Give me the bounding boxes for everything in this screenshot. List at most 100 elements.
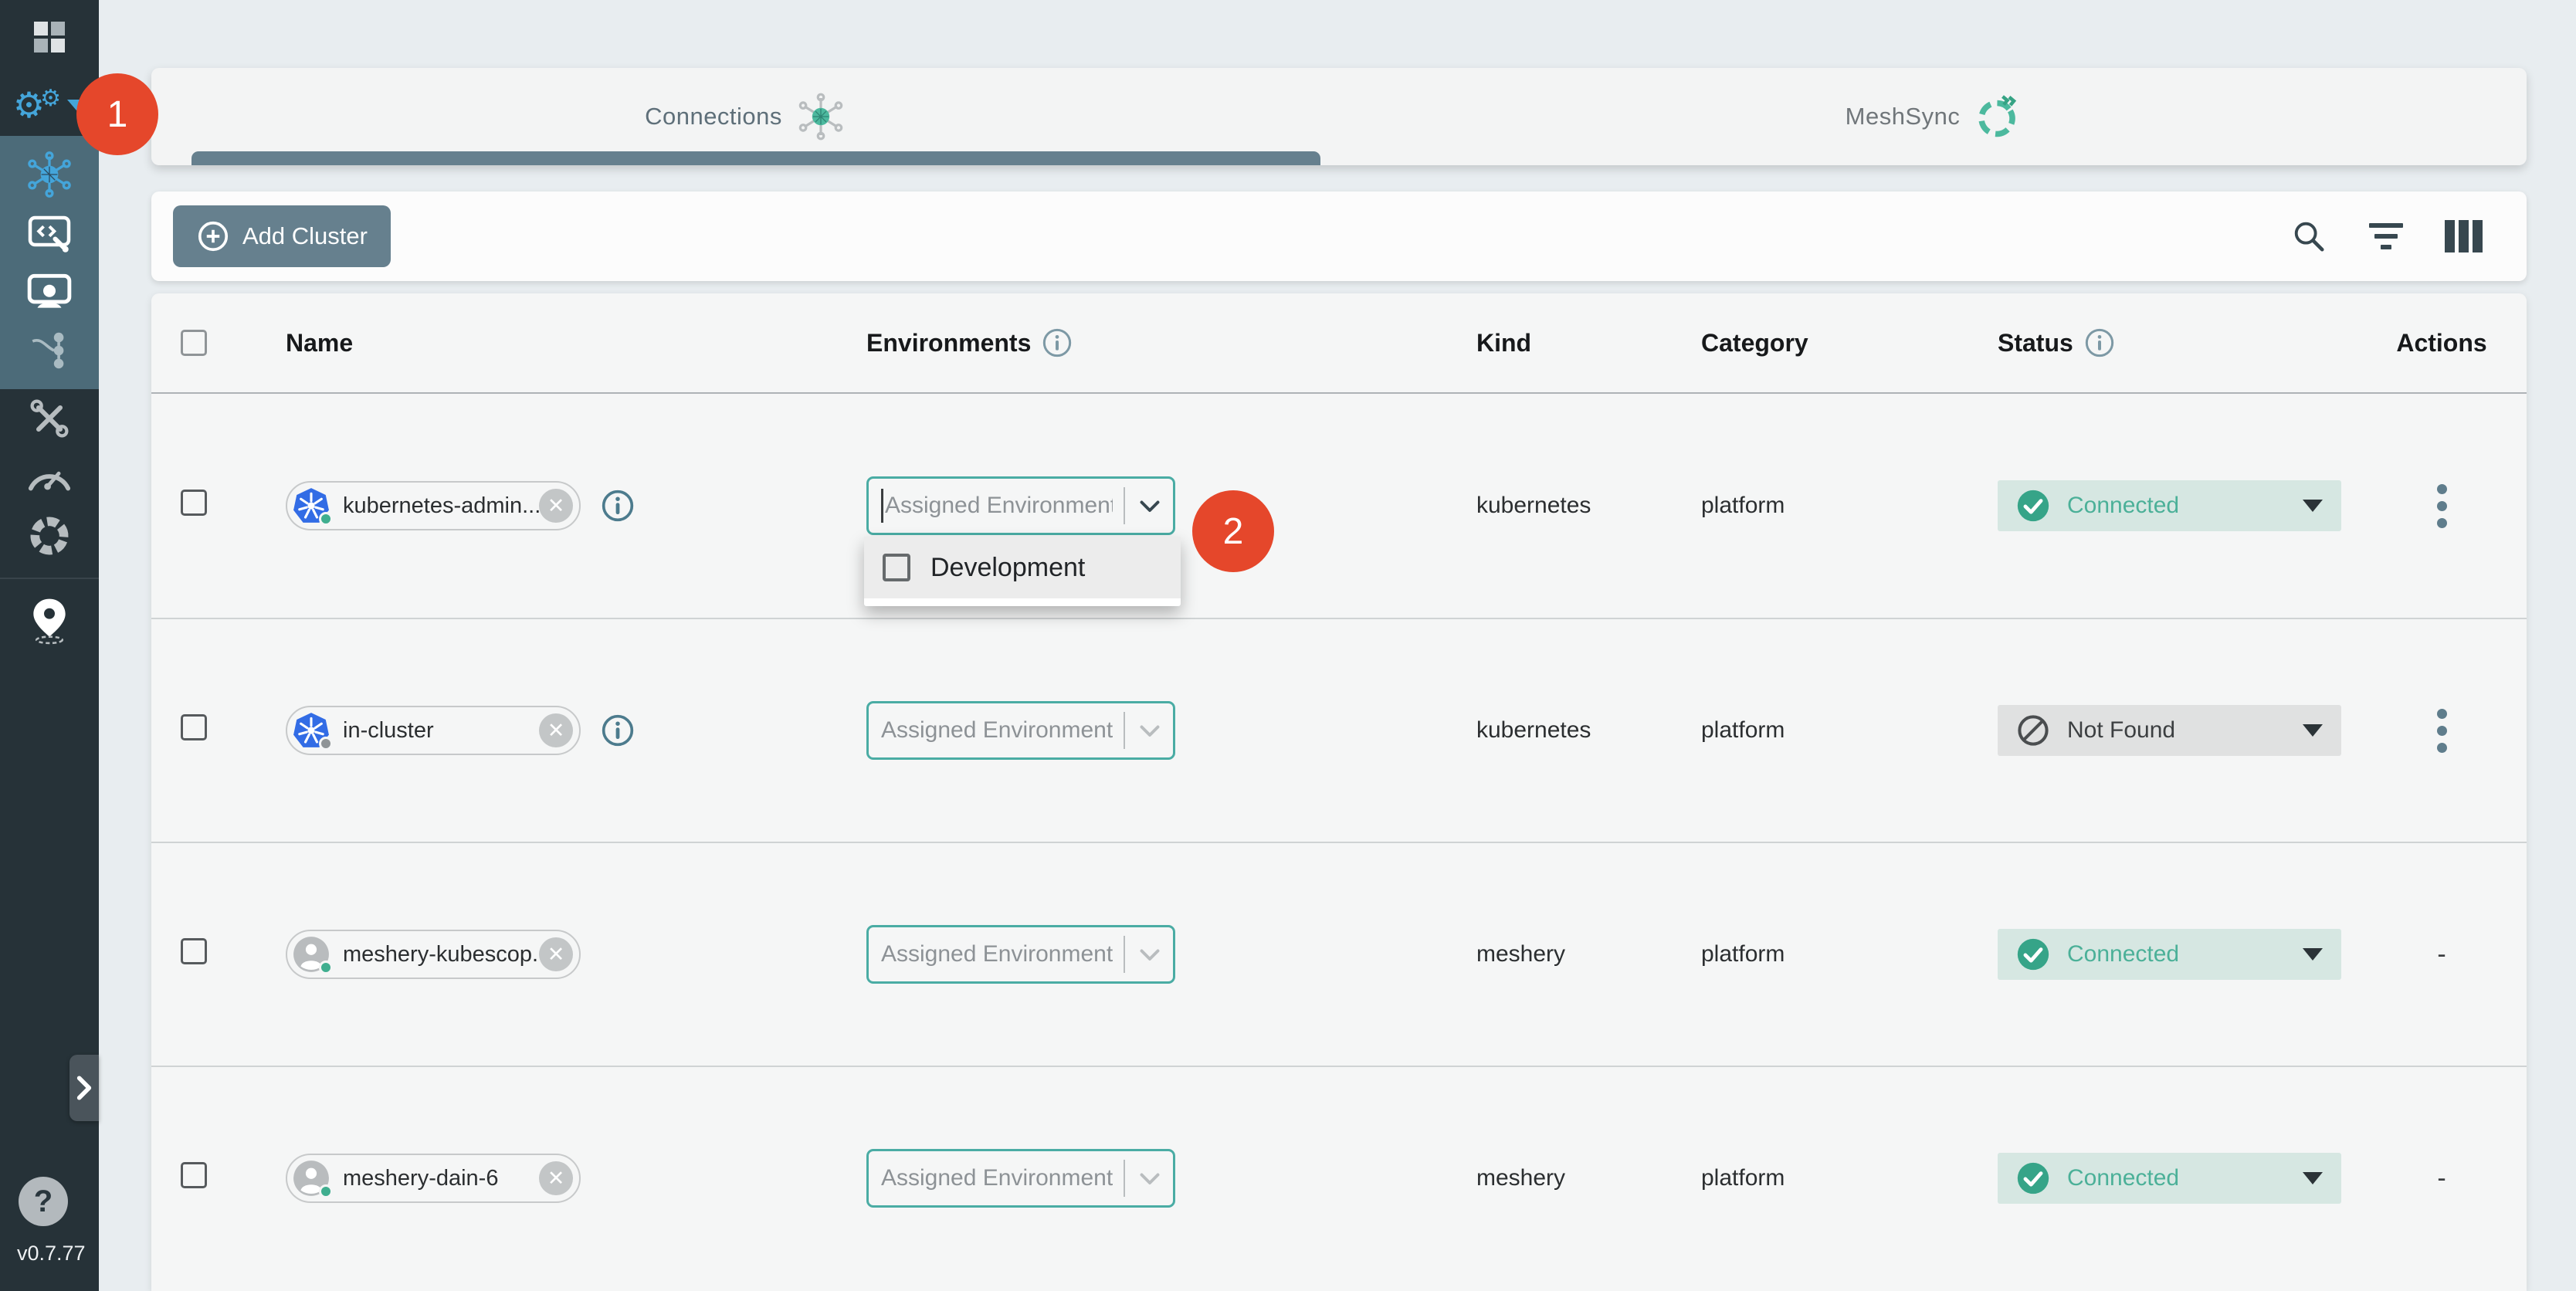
- connection-name-chip[interactable]: kubernetes-admin... ✕: [286, 481, 581, 530]
- option-label: Development: [930, 553, 1085, 583]
- no-actions-placeholder: -: [2437, 1164, 2446, 1194]
- sidebar-item-performance[interactable]: [0, 448, 99, 507]
- row-checkbox[interactable]: [181, 938, 207, 964]
- connection-name-chip[interactable]: meshery-kubescop... ✕: [286, 930, 581, 979]
- select-all-checkbox[interactable]: [181, 330, 207, 356]
- environments-placeholder: Assigned Environments: [881, 717, 1113, 744]
- table-header: Name Environments Kind Category Status A…: [151, 293, 2527, 394]
- status-select[interactable]: Not Found: [1998, 705, 2341, 756]
- status-label: Not Found: [2067, 717, 2286, 744]
- search-icon: [2291, 219, 2327, 254]
- category-cell: platform: [1701, 493, 1998, 519]
- column-header-name[interactable]: Name: [286, 329, 866, 357]
- sidebar-item-workspaces[interactable]: [0, 263, 99, 321]
- sidebar-item-dashboard[interactable]: [0, 0, 99, 74]
- environments-dropdown-menu: Development: [864, 537, 1181, 606]
- crossed-wrenches-icon: [28, 397, 71, 440]
- chevron-down-icon[interactable]: [1136, 1164, 1164, 1192]
- row-actions-menu-button[interactable]: [2429, 701, 2455, 761]
- connection-name: meshery-dain-6: [330, 1166, 539, 1191]
- column-header-category[interactable]: Category: [1701, 329, 1998, 357]
- extensions-mesh-icon: [28, 514, 71, 557]
- connection-name-chip[interactable]: in-cluster ✕: [286, 706, 581, 755]
- option-checkbox[interactable]: [883, 554, 910, 581]
- sidebar-collapse-button[interactable]: [69, 1055, 99, 1121]
- sidebar: ⚙ ⚙: [0, 0, 99, 1291]
- chevron-down-icon[interactable]: [1136, 940, 1164, 968]
- connection-info-icon[interactable]: [601, 489, 635, 523]
- remove-connection-icon[interactable]: ✕: [539, 489, 573, 523]
- add-cluster-button[interactable]: Add Cluster: [173, 205, 391, 267]
- environments-select[interactable]: Assigned Environments: [866, 1149, 1175, 1208]
- connection-name: in-cluster: [330, 718, 539, 744]
- column-header-actions: Actions: [2357, 329, 2527, 357]
- filter-button[interactable]: [2366, 216, 2406, 256]
- check-circle-icon: [2016, 489, 2050, 523]
- no-actions-placeholder: -: [2437, 940, 2446, 970]
- annotation-badge-2: 2: [1192, 490, 1274, 572]
- connections-mesh-icon: [25, 151, 73, 198]
- environments-placeholder: Assigned Environments: [881, 1165, 1113, 1191]
- remove-connection-icon[interactable]: ✕: [539, 1161, 573, 1195]
- table-toolbar: Add Cluster: [151, 191, 2527, 281]
- row-checkbox[interactable]: [181, 714, 207, 740]
- chevron-down-icon[interactable]: [1136, 717, 1164, 744]
- annotation-badge-1: 1: [76, 73, 158, 155]
- connection-info-icon[interactable]: [601, 713, 635, 747]
- chevron-right-icon: [74, 1075, 94, 1101]
- environments-select[interactable]: Assigned Environments: [866, 476, 1175, 535]
- plus-circle-icon: [196, 219, 230, 253]
- status-dot: [319, 512, 333, 526]
- status-select[interactable]: Connected: [1998, 480, 2341, 531]
- caret-down-icon: [2303, 500, 2323, 512]
- view-columns-button[interactable]: [2443, 216, 2483, 256]
- sidebar-item-configuration[interactable]: [0, 389, 99, 448]
- info-icon[interactable]: [2084, 327, 2115, 358]
- connection-name: kubernetes-admin...: [330, 493, 539, 519]
- status-dot: [319, 737, 333, 751]
- connection-name-chip[interactable]: meshery-dain-6 ✕: [286, 1154, 581, 1203]
- row-checkbox[interactable]: [181, 490, 207, 516]
- check-circle-icon: [2016, 937, 2050, 971]
- column-header-kind[interactable]: Kind: [1476, 329, 1701, 357]
- environments-select[interactable]: Assigned Environments: [866, 701, 1175, 760]
- sidebar-item-catalog[interactable]: [0, 591, 99, 650]
- columns-icon: [2445, 220, 2483, 252]
- service-graph-icon: [27, 330, 72, 371]
- info-icon[interactable]: [1042, 327, 1073, 358]
- environments-select[interactable]: Assigned Environments: [866, 925, 1175, 984]
- remove-connection-icon[interactable]: ✕: [539, 713, 573, 747]
- tab-meshsync[interactable]: MeshSync: [1339, 68, 2527, 165]
- check-circle-icon: [2016, 1161, 2050, 1195]
- column-header-environments[interactable]: Environments: [866, 327, 1476, 358]
- status-select[interactable]: Connected: [1998, 1153, 2341, 1204]
- row-checkbox[interactable]: [181, 1162, 207, 1188]
- kind-cell: meshery: [1476, 1165, 1701, 1191]
- caret-down-icon: [2303, 1172, 2323, 1184]
- tab-connections-label: Connections: [645, 103, 782, 130]
- kubernetes-icon: [292, 486, 330, 525]
- text-cursor: [881, 489, 883, 523]
- sidebar-item-service-graph[interactable]: [0, 321, 99, 380]
- row-actions-menu-button[interactable]: [2429, 476, 2455, 536]
- dashboard-icon: [34, 22, 65, 53]
- search-button[interactable]: [2289, 216, 2329, 256]
- remove-connection-icon[interactable]: ✕: [539, 937, 573, 971]
- person-avatar-icon: [292, 1159, 330, 1198]
- question-mark-icon: ?: [34, 1184, 53, 1219]
- slash-circle-icon: [2016, 713, 2050, 747]
- sidebar-item-extensions[interactable]: [0, 507, 99, 565]
- meshsync-spinner-icon: [1974, 93, 2020, 140]
- location-pin-icon: [29, 597, 69, 645]
- kind-cell: kubernetes: [1476, 493, 1701, 519]
- column-header-status[interactable]: Status: [1998, 327, 2357, 358]
- caret-down-icon: [2303, 724, 2323, 737]
- chevron-down-icon[interactable]: [1136, 492, 1164, 520]
- status-label: Connected: [2067, 941, 2286, 967]
- status-select[interactable]: Connected: [1998, 929, 2341, 980]
- help-button[interactable]: ?: [19, 1177, 68, 1226]
- environment-option-development[interactable]: Development: [864, 537, 1181, 598]
- sidebar-item-connections[interactable]: [0, 145, 99, 204]
- sidebar-item-adapters[interactable]: [0, 204, 99, 263]
- kind-cell: kubernetes: [1476, 717, 1701, 744]
